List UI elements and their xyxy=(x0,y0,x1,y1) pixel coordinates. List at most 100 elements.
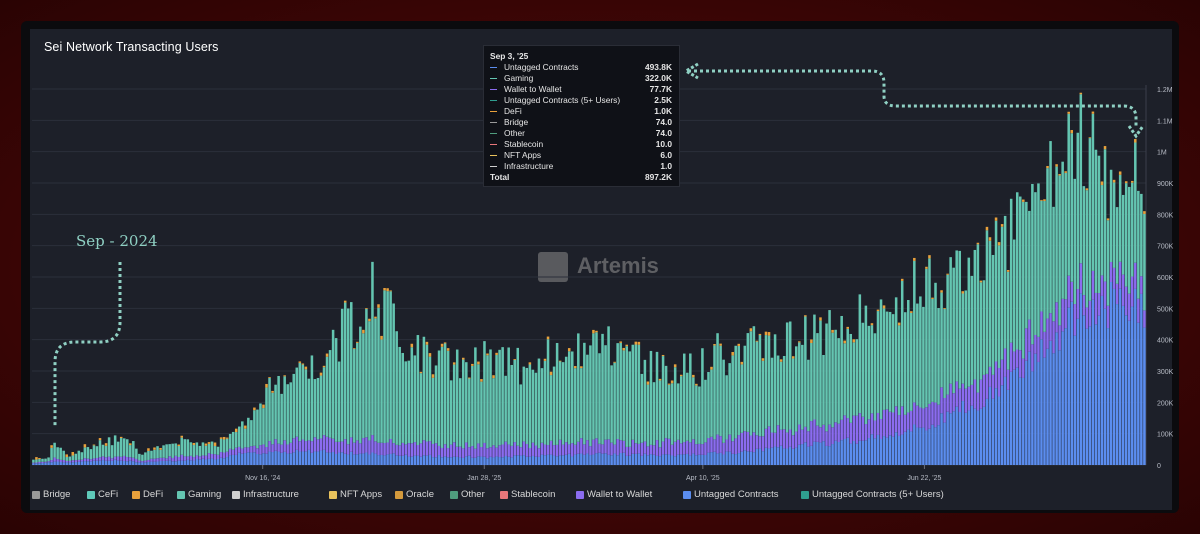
bar-untagged-contracts xyxy=(277,451,280,465)
bar-gaming xyxy=(377,307,380,443)
bar-wallet-to-wallet xyxy=(295,436,299,450)
bar-untagged-contracts xyxy=(259,454,262,465)
bar-untagged-contracts xyxy=(852,441,856,465)
bar-untagged-contracts xyxy=(171,461,174,465)
bar-untagged-contracts xyxy=(719,452,722,465)
bar-wallet-to-wallet xyxy=(310,441,314,453)
legend-label: Infrastructure xyxy=(243,489,299,500)
bar-wallet-to-wallet xyxy=(525,443,529,457)
bar-gaming xyxy=(440,346,444,448)
bar-gaming xyxy=(383,290,386,444)
bar-untagged-contracts xyxy=(831,444,834,465)
bar-gaming xyxy=(1022,201,1025,359)
bar-defi xyxy=(443,342,447,344)
bar-untagged-contracts xyxy=(1073,335,1077,465)
bar-defi xyxy=(1131,180,1134,183)
bar-gaming xyxy=(1115,207,1119,284)
bar-wallet-to-wallet xyxy=(253,445,256,453)
bar-untagged-contracts xyxy=(882,436,886,465)
bar-gaming xyxy=(779,361,783,430)
bar-untagged-contracts xyxy=(543,455,547,465)
bar-wallet-to-wallet xyxy=(186,456,190,460)
bar-defi xyxy=(870,323,874,326)
bar-wallet-to-wallet xyxy=(770,432,774,448)
bar-untagged-contracts xyxy=(679,454,683,465)
legend-label: Stablecoin xyxy=(511,489,556,500)
bar-defi xyxy=(222,436,226,440)
bar-gaming xyxy=(213,446,217,455)
bar-defi xyxy=(882,305,886,309)
bar-untagged-contracts xyxy=(574,454,577,465)
bar-wallet-to-wallet xyxy=(1106,305,1110,329)
bar-untagged-contracts xyxy=(828,446,831,465)
bar-untagged-contracts xyxy=(1064,328,1067,465)
bar-wallet-to-wallet xyxy=(583,444,586,455)
bar-gaming xyxy=(907,300,910,413)
bar-gaming xyxy=(913,260,916,403)
bar-gaming xyxy=(546,339,550,446)
bar-untagged-contracts xyxy=(1006,389,1010,465)
bar-defi xyxy=(471,363,474,366)
bar-wallet-to-wallet xyxy=(65,460,68,463)
bar-untagged-contracts xyxy=(489,456,492,465)
bar-wallet-to-wallet xyxy=(743,431,747,451)
bar-gaming xyxy=(116,441,120,457)
bar-defi xyxy=(495,352,498,356)
bar-untagged-contracts xyxy=(922,427,925,465)
bar-wallet-to-wallet xyxy=(443,444,447,457)
bar-wallet-to-wallet xyxy=(779,429,783,446)
bar-wallet-to-wallet xyxy=(171,457,174,462)
bar-untagged-contracts xyxy=(1140,293,1143,465)
bar-untagged-contracts xyxy=(903,431,907,465)
bar-defi xyxy=(304,366,308,370)
bar-gaming xyxy=(1118,174,1122,262)
bar-untagged-contracts xyxy=(528,456,532,465)
bar-untagged-contracts xyxy=(207,458,211,465)
bar-wallet-to-wallet xyxy=(822,424,825,442)
bar-wallet-to-wallet xyxy=(667,438,671,455)
bar-gaming xyxy=(407,360,411,444)
bar-gaming xyxy=(667,384,671,439)
bar-wallet-to-wallet xyxy=(425,441,429,456)
bar-wallet-to-wallet xyxy=(1070,281,1073,302)
bar-defi xyxy=(546,336,550,340)
bar-gaming xyxy=(343,302,347,440)
bar-gaming xyxy=(156,446,159,459)
bar-gaming xyxy=(41,458,44,462)
tooltip-series-name: Other xyxy=(504,128,525,138)
tooltip-swatch xyxy=(490,144,497,145)
bar-wallet-to-wallet xyxy=(474,448,477,458)
bar-wallet-to-wallet xyxy=(819,427,822,443)
bar-gaming xyxy=(664,365,668,439)
bar-gaming xyxy=(465,362,468,443)
bar-wallet-to-wallet xyxy=(228,448,232,456)
bar-gaming xyxy=(1124,183,1128,287)
bar-gaming xyxy=(1061,161,1064,299)
bar-defi xyxy=(876,309,880,312)
bar-untagged-contracts xyxy=(458,457,462,465)
bar-untagged-contracts xyxy=(250,452,253,465)
bar-untagged-contracts xyxy=(310,452,314,465)
bar-gaming xyxy=(867,325,871,420)
bar-untagged-contracts xyxy=(673,456,677,465)
bar-untagged-contracts xyxy=(301,451,305,465)
bar-defi xyxy=(1070,130,1073,134)
bar-gaming xyxy=(725,375,728,440)
bar-untagged-contracts xyxy=(888,435,892,465)
bar-wallet-to-wallet xyxy=(1085,307,1089,329)
bar-gaming xyxy=(710,369,713,437)
bar-wallet-to-wallet xyxy=(1079,263,1083,294)
bar-untagged-contracts xyxy=(725,451,728,465)
bar-untagged-contracts xyxy=(794,447,798,465)
bar-gaming xyxy=(304,369,308,442)
bar-wallet-to-wallet xyxy=(1137,298,1140,323)
bar-untagged-contracts xyxy=(313,451,317,465)
legend-swatch xyxy=(87,491,95,499)
bar-defi xyxy=(374,316,377,319)
bar-wallet-to-wallet xyxy=(577,441,580,454)
bar-gaming xyxy=(770,357,774,433)
bar-gaming xyxy=(825,323,828,432)
bar-wallet-to-wallet xyxy=(477,443,480,457)
bar-untagged-contracts xyxy=(631,453,635,465)
bar-wallet-to-wallet xyxy=(150,458,153,462)
